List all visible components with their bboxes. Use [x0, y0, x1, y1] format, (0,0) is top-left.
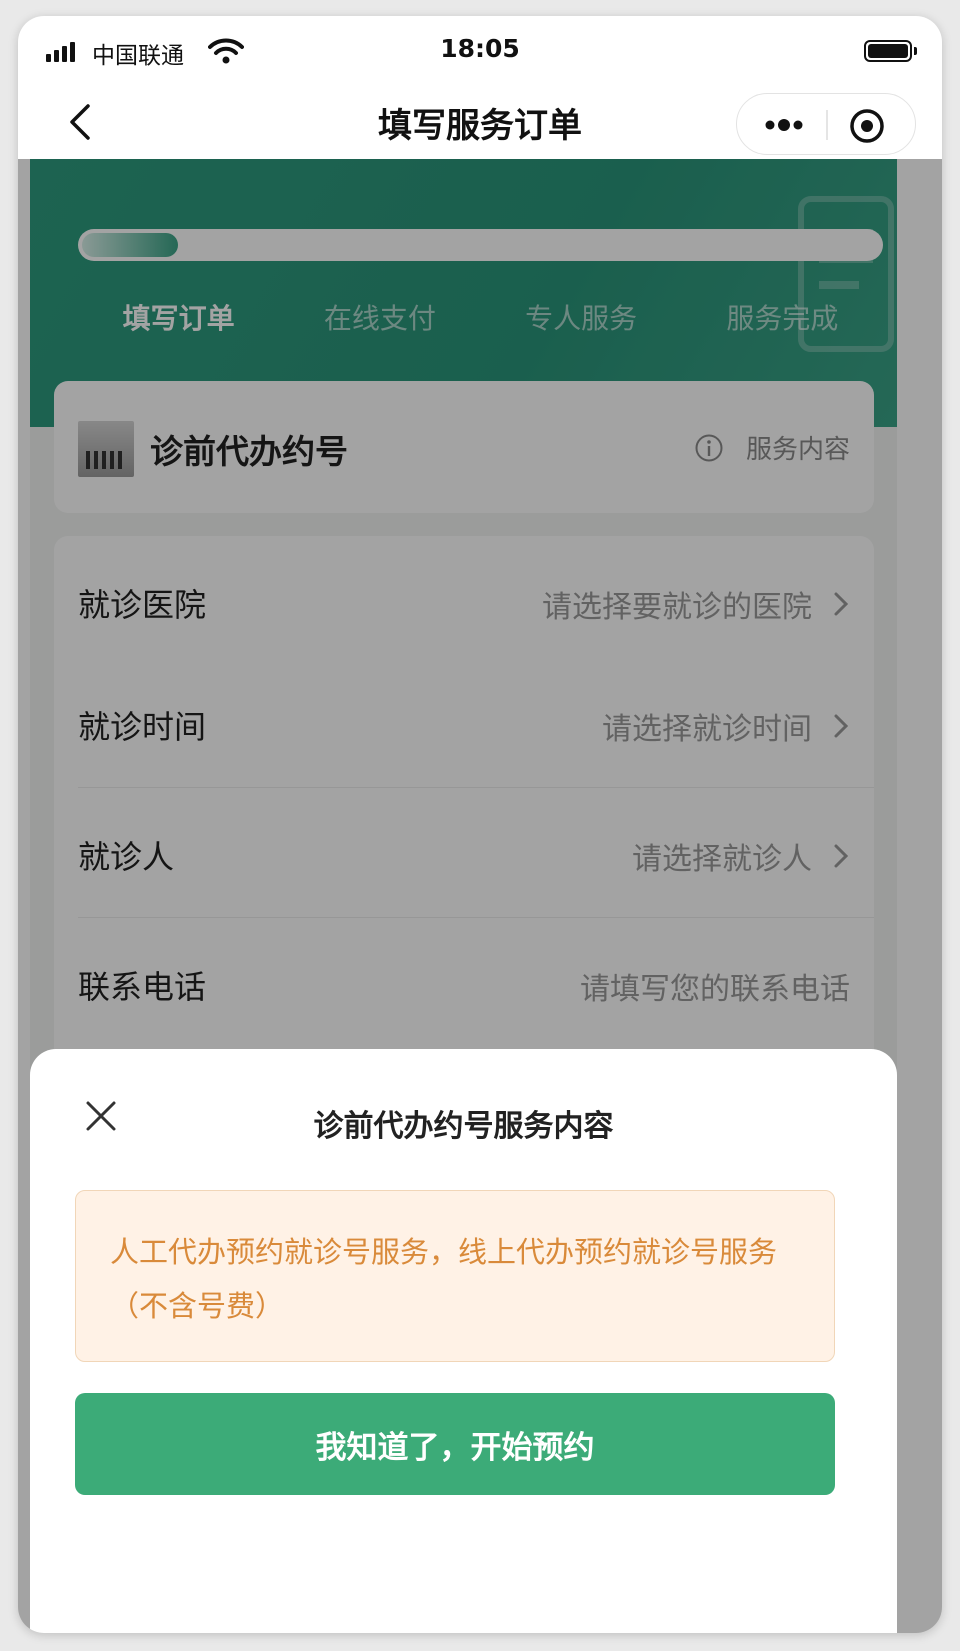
start-booking-button[interactable]: 我知道了，开始预约: [75, 1393, 835, 1495]
more-dots-icon[interactable]: [762, 112, 806, 138]
service-content-sheet: 诊前代办约号服务内容 人工代办预约就诊号服务，线上代办预约就诊号服务（不含号费）…: [30, 1049, 897, 1633]
mini-program-capsule: [736, 93, 916, 155]
battery-icon: [864, 40, 917, 62]
close-miniprogram-icon[interactable]: [847, 106, 887, 146]
phone-screen: 中国联通 18:05 填写服务订单 填写订单 在线支付 专人服务 服务完成 诊前…: [18, 16, 942, 1633]
nav-bar: 填写服务订单: [18, 84, 942, 160]
status-bar: 中国联通 18:05: [18, 16, 942, 84]
clock: 18:05: [440, 34, 520, 63]
service-notice: 人工代办预约就诊号服务，线上代办预约就诊号服务（不含号费）: [75, 1190, 835, 1362]
sheet-title: 诊前代办约号服务内容: [313, 1109, 614, 1144]
capsule-divider: [826, 110, 828, 140]
